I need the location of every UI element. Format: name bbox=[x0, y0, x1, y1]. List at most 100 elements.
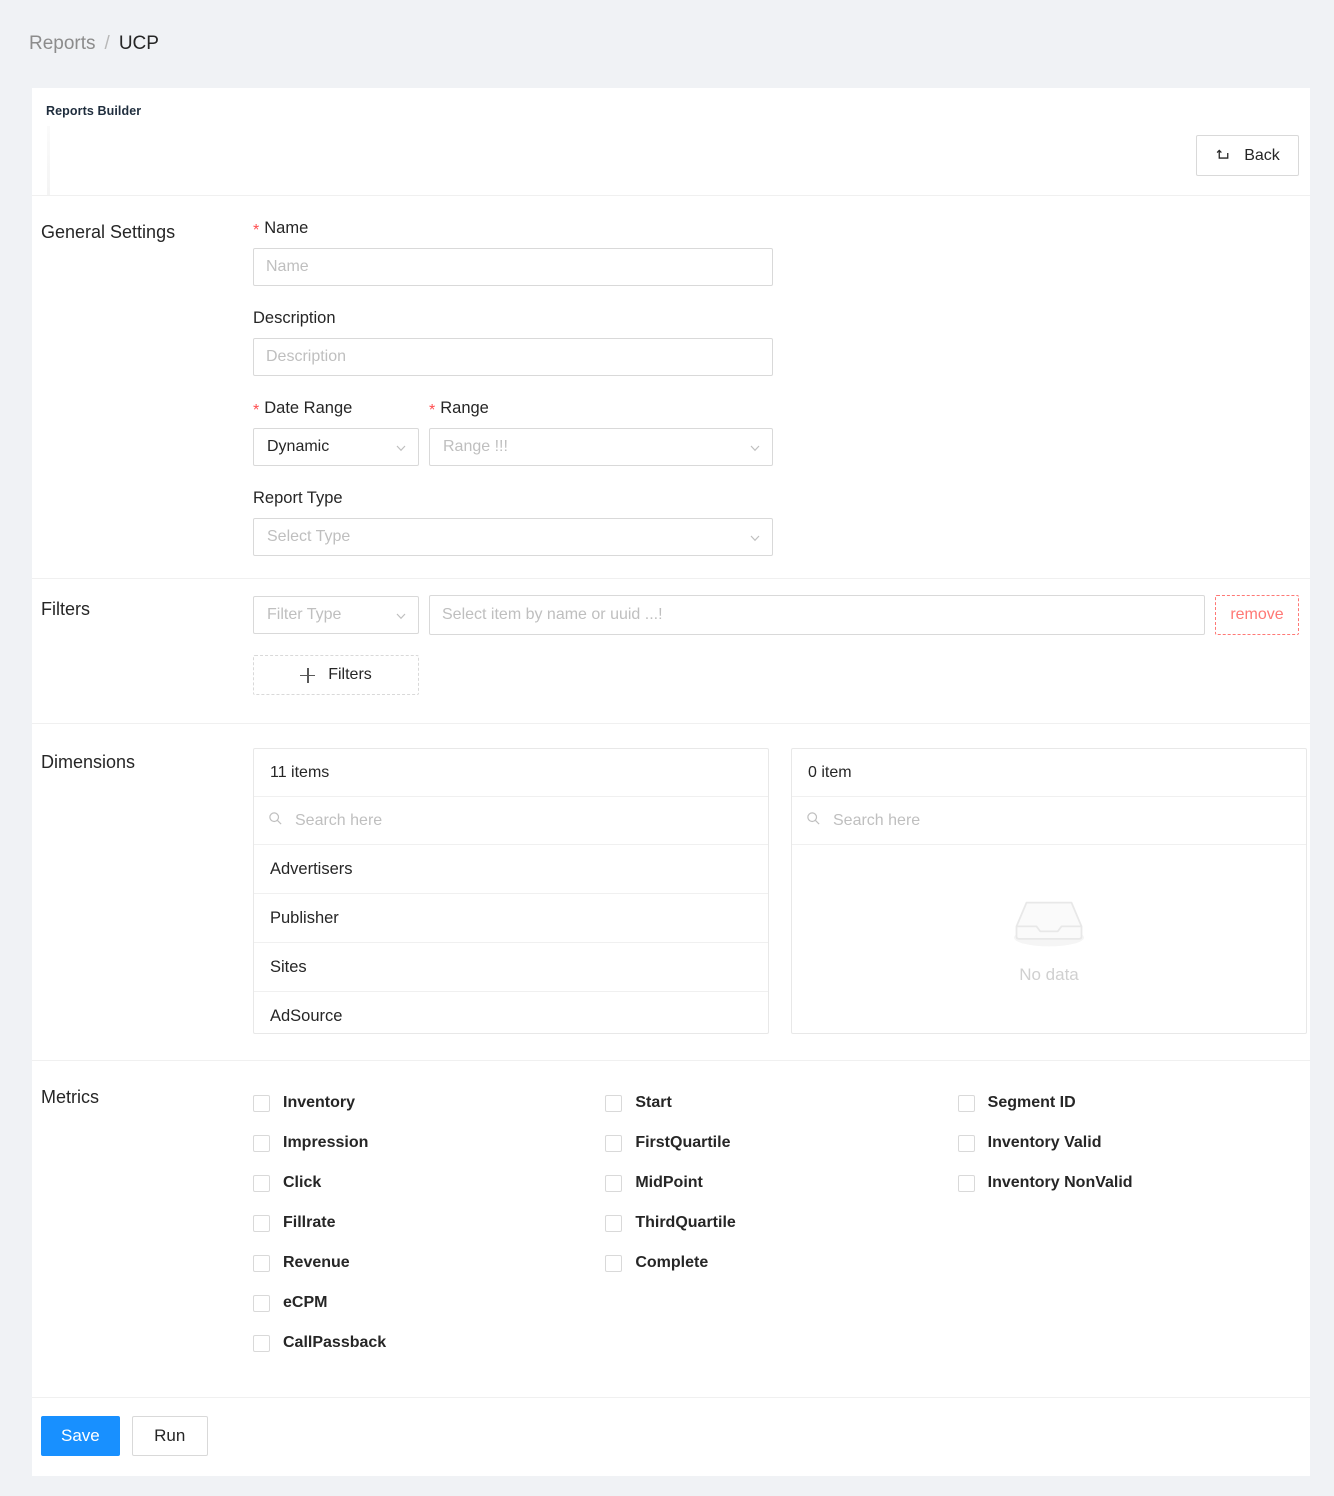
metric-label: Impression bbox=[283, 1134, 369, 1151]
range-label-text: Range bbox=[440, 399, 489, 417]
checkbox-icon[interactable] bbox=[957, 1094, 975, 1112]
checkbox-icon[interactable] bbox=[253, 1094, 270, 1112]
selected-search-row[interactable] bbox=[792, 797, 1306, 845]
metric-checkbox-inventory-valid[interactable]: Inventory Valid bbox=[957, 1123, 1310, 1163]
available-count-label: 11 items bbox=[254, 749, 768, 797]
metric-checkbox-inventory-nonvalid[interactable]: Inventory NonValid bbox=[957, 1163, 1310, 1203]
checkbox-icon[interactable] bbox=[605, 1174, 623, 1192]
chevron-down-icon bbox=[395, 609, 407, 621]
save-button[interactable]: Save bbox=[41, 1416, 120, 1456]
checkbox-icon[interactable] bbox=[957, 1134, 975, 1152]
selected-dimensions-panel: 0 item Search here No data bbox=[791, 748, 1307, 1034]
save-button-label: Save bbox=[61, 1426, 100, 1445]
filters-label: Filters bbox=[41, 599, 90, 619]
report-type-placeholder: Select Type bbox=[267, 528, 351, 545]
checkbox-icon[interactable] bbox=[253, 1334, 270, 1352]
filters-section: Filters Filter Type Select item by name … bbox=[32, 579, 1310, 724]
general-settings-label: General Settings bbox=[41, 222, 176, 242]
dimensions-transfer: 11 items Advertisers Publisher Sites bbox=[253, 748, 1310, 1034]
metric-checkbox-callpassback[interactable]: CallPassback bbox=[253, 1323, 605, 1363]
range-select[interactable]: Range !!! bbox=[429, 428, 773, 466]
metric-checkbox-ecpm[interactable]: eCPM bbox=[253, 1283, 605, 1323]
metric-label: Click bbox=[283, 1174, 322, 1191]
filter-type-select[interactable]: Filter Type bbox=[253, 596, 419, 634]
list-item[interactable]: Sites bbox=[254, 943, 768, 992]
breadcrumb-item-reports[interactable]: Reports bbox=[29, 33, 96, 55]
range-placeholder: Range !!! bbox=[443, 438, 508, 455]
metric-checkbox-segment-id[interactable]: Segment ID bbox=[957, 1083, 1310, 1123]
report-type-select[interactable]: Select Type bbox=[253, 518, 773, 556]
required-marker: * bbox=[253, 402, 260, 419]
metric-label: Inventory NonValid bbox=[987, 1174, 1133, 1191]
available-dimensions-panel: 11 items Advertisers Publisher Sites bbox=[253, 748, 769, 1034]
required-marker: * bbox=[253, 222, 260, 239]
metric-label: FirstQuartile bbox=[635, 1134, 731, 1151]
checkbox-icon[interactable] bbox=[605, 1254, 623, 1272]
selected-search-input[interactable] bbox=[831, 810, 1292, 831]
filter-item-placeholder: Select item by name or uuid ...! bbox=[442, 606, 663, 623]
metric-checkbox-click[interactable]: Click bbox=[253, 1163, 605, 1203]
available-dimensions-list: Advertisers Publisher Sites AdSource bbox=[254, 845, 768, 1033]
description-input[interactable] bbox=[253, 338, 773, 376]
checkbox-icon[interactable] bbox=[605, 1214, 623, 1232]
metrics-columns: Inventory Impression Click Fillrate Reve… bbox=[253, 1083, 1310, 1363]
toolbar-rail bbox=[47, 126, 50, 195]
remove-filter-button[interactable]: remove bbox=[1215, 595, 1299, 635]
chevron-down-icon bbox=[395, 441, 407, 453]
description-field-group: Description bbox=[253, 308, 1310, 376]
date-range-label-text: Date Range bbox=[264, 399, 353, 417]
filter-type-placeholder: Filter Type bbox=[267, 606, 342, 623]
metric-label: Start bbox=[635, 1094, 672, 1111]
metrics-section: Metrics Inventory Impression Click Fillr… bbox=[32, 1061, 1310, 1398]
checkbox-icon[interactable] bbox=[253, 1294, 270, 1312]
checkbox-icon[interactable] bbox=[253, 1174, 270, 1192]
undo-arrow-icon bbox=[1215, 147, 1232, 164]
metric-label: ThirdQuartile bbox=[635, 1214, 736, 1231]
available-search-input[interactable] bbox=[293, 810, 754, 831]
back-button[interactable]: Back bbox=[1196, 135, 1299, 176]
checkbox-icon[interactable] bbox=[253, 1214, 270, 1232]
list-item[interactable]: Advertisers bbox=[254, 845, 768, 894]
date-range-group: * Date Range * Range Dynamic Range !!! bbox=[253, 398, 1310, 466]
remove-filter-label: remove bbox=[1230, 606, 1284, 623]
metric-checkbox-complete[interactable]: Complete bbox=[605, 1243, 957, 1283]
name-input[interactable] bbox=[253, 248, 773, 286]
run-button-label: Run bbox=[154, 1426, 186, 1445]
metric-label: Segment ID bbox=[987, 1094, 1076, 1111]
metric-checkbox-fillrate[interactable]: Fillrate bbox=[253, 1203, 605, 1243]
selected-count-label: 0 item bbox=[792, 749, 1306, 797]
date-range-select[interactable]: Dynamic bbox=[253, 428, 419, 466]
filter-item-input[interactable]: Select item by name or uuid ...! bbox=[429, 595, 1205, 635]
available-search-row[interactable] bbox=[254, 797, 768, 845]
metric-checkbox-thirdquartile[interactable]: ThirdQuartile bbox=[605, 1203, 957, 1243]
checkbox-icon[interactable] bbox=[957, 1174, 975, 1192]
plus-icon bbox=[300, 667, 316, 683]
report-type-group: Report Type Select Type bbox=[253, 488, 1310, 556]
metric-checkbox-impression[interactable]: Impression bbox=[253, 1123, 605, 1163]
report-type-label: Report Type bbox=[253, 489, 343, 507]
add-filter-button[interactable]: Filters bbox=[253, 655, 419, 695]
metric-checkbox-revenue[interactable]: Revenue bbox=[253, 1243, 605, 1283]
checkbox-icon[interactable] bbox=[605, 1094, 623, 1112]
metric-label: CallPassback bbox=[283, 1334, 387, 1351]
name-label-text: Name bbox=[264, 219, 309, 237]
metric-checkbox-midpoint[interactable]: MidPoint bbox=[605, 1163, 957, 1203]
metric-checkbox-inventory[interactable]: Inventory bbox=[253, 1083, 605, 1123]
metric-label: eCPM bbox=[283, 1294, 328, 1311]
metrics-column-2: Start FirstQuartile MidPoint ThirdQuarti… bbox=[605, 1083, 957, 1363]
description-label: Description bbox=[253, 309, 336, 327]
metric-checkbox-start[interactable]: Start bbox=[605, 1083, 957, 1123]
run-button[interactable]: Run bbox=[131, 1416, 208, 1456]
metric-checkbox-firstquartile[interactable]: FirstQuartile bbox=[605, 1123, 957, 1163]
date-range-label: * Date Range bbox=[253, 398, 429, 419]
breadcrumb-separator: / bbox=[104, 33, 110, 54]
checkbox-icon[interactable] bbox=[253, 1254, 270, 1272]
checkbox-icon[interactable] bbox=[253, 1134, 270, 1152]
date-range-value: Dynamic bbox=[267, 438, 330, 455]
list-item[interactable]: Publisher bbox=[254, 894, 768, 943]
reports-builder-card: Reports Builder Back General Settings * N… bbox=[32, 88, 1310, 1476]
checkbox-icon[interactable] bbox=[605, 1134, 623, 1152]
list-item[interactable]: AdSource bbox=[254, 992, 768, 1033]
breadcrumb-item-ucp: UCP bbox=[118, 33, 159, 54]
metric-label: MidPoint bbox=[635, 1174, 703, 1191]
